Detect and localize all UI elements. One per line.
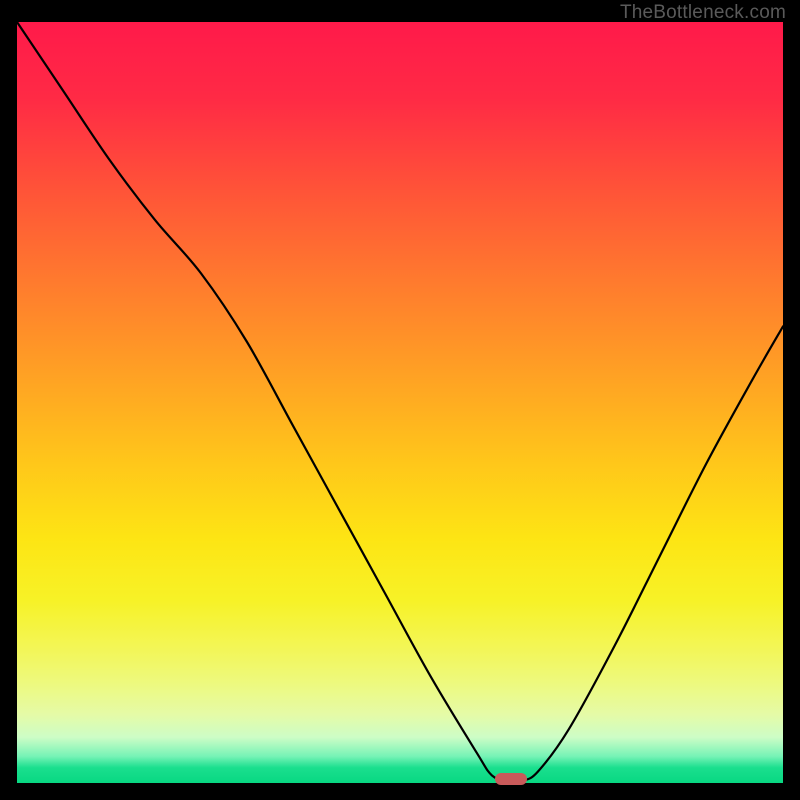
bottleneck-plot-area <box>17 22 783 783</box>
optimal-point-marker <box>495 773 527 785</box>
bottleneck-curve <box>17 22 783 783</box>
watermark-text: TheBottleneck.com <box>620 2 786 24</box>
